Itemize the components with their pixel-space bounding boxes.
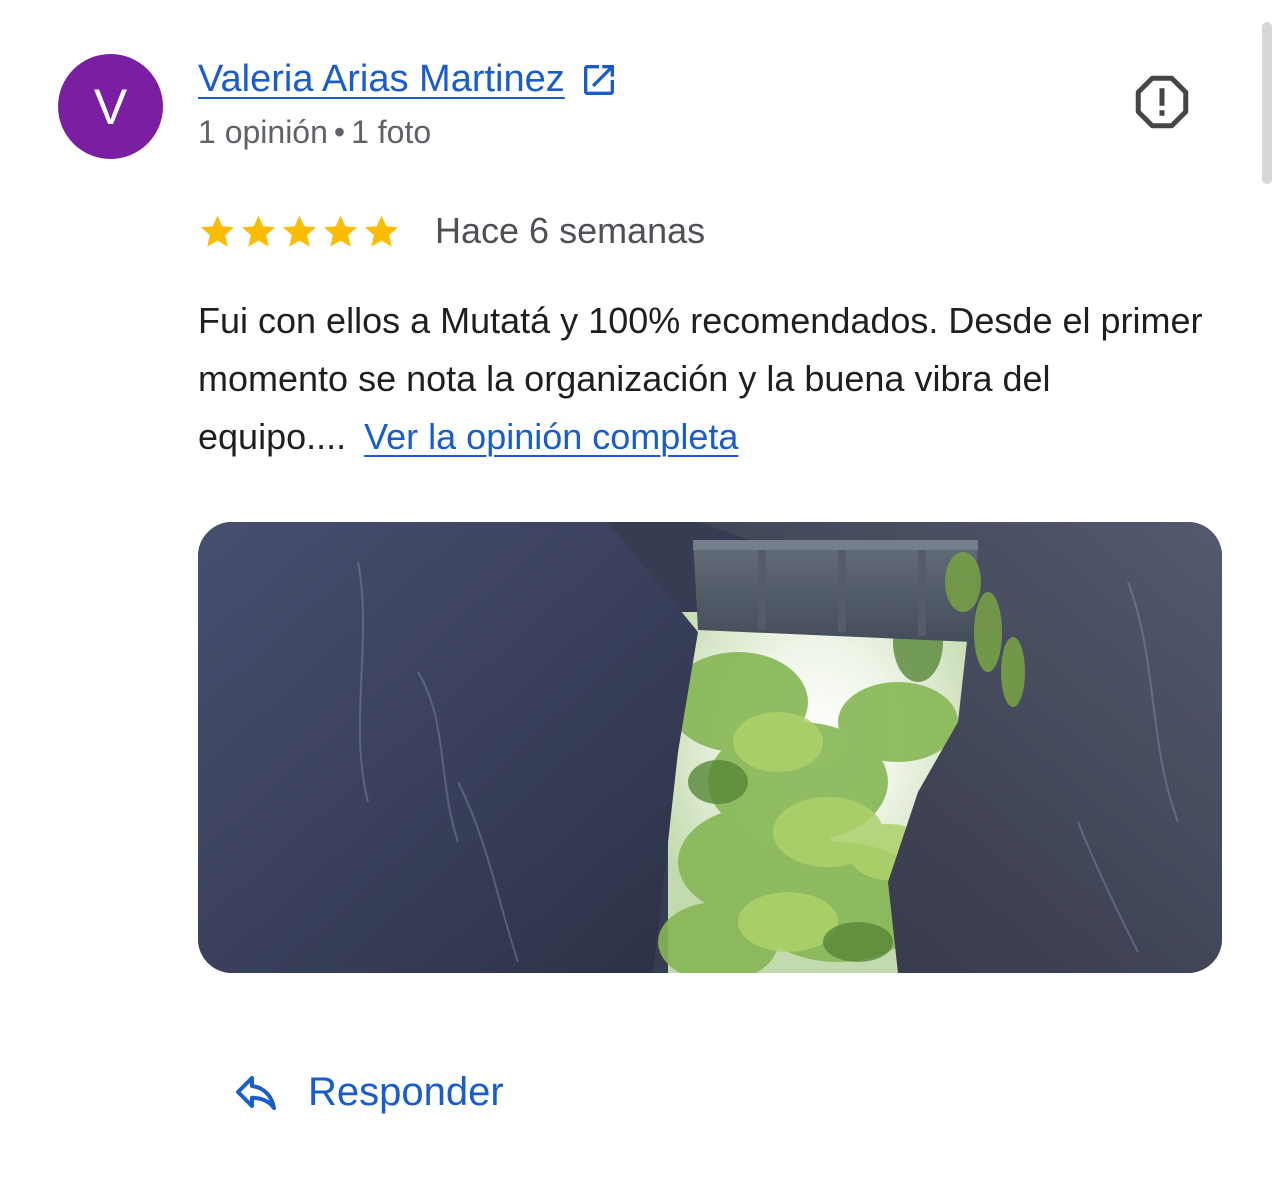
star-icon bbox=[365, 215, 398, 247]
avatar-initial: V bbox=[93, 78, 128, 135]
star-rating bbox=[198, 212, 401, 251]
avatar[interactable]: V bbox=[58, 54, 163, 159]
review-photo[interactable] bbox=[198, 522, 1222, 973]
star-icon bbox=[324, 215, 357, 247]
reply-label: Responder bbox=[308, 1069, 504, 1114]
reply-button[interactable]: Responder bbox=[232, 1068, 504, 1116]
author-name-link[interactable]: Valeria Arias Martinez bbox=[198, 58, 565, 101]
star-icon bbox=[242, 215, 275, 247]
author-meta: 1 opinión • 1 foto bbox=[198, 114, 431, 151]
photo-image bbox=[198, 522, 1222, 973]
star-icon bbox=[283, 215, 316, 247]
review-date: Hace 6 semanas bbox=[435, 210, 706, 251]
star-icon bbox=[201, 215, 234, 247]
author-name-row: Valeria Arias Martinez bbox=[198, 58, 619, 101]
rating-row: Hace 6 semanas bbox=[198, 210, 705, 252]
reply-icon bbox=[236, 1076, 276, 1110]
report-icon bbox=[1135, 75, 1189, 129]
open-in-new-icon[interactable] bbox=[579, 60, 619, 100]
meta-separator: • bbox=[333, 114, 346, 150]
photos-count: 1 foto bbox=[351, 114, 432, 150]
report-button[interactable] bbox=[1130, 70, 1194, 134]
scrollbar-thumb[interactable] bbox=[1262, 22, 1272, 184]
review-text: Fui con ellos a Mutatá y 100% recomendad… bbox=[198, 292, 1238, 466]
read-full-review-link[interactable]: Ver la opinión completa bbox=[364, 416, 738, 457]
reviews-count: 1 opinión bbox=[198, 114, 328, 150]
